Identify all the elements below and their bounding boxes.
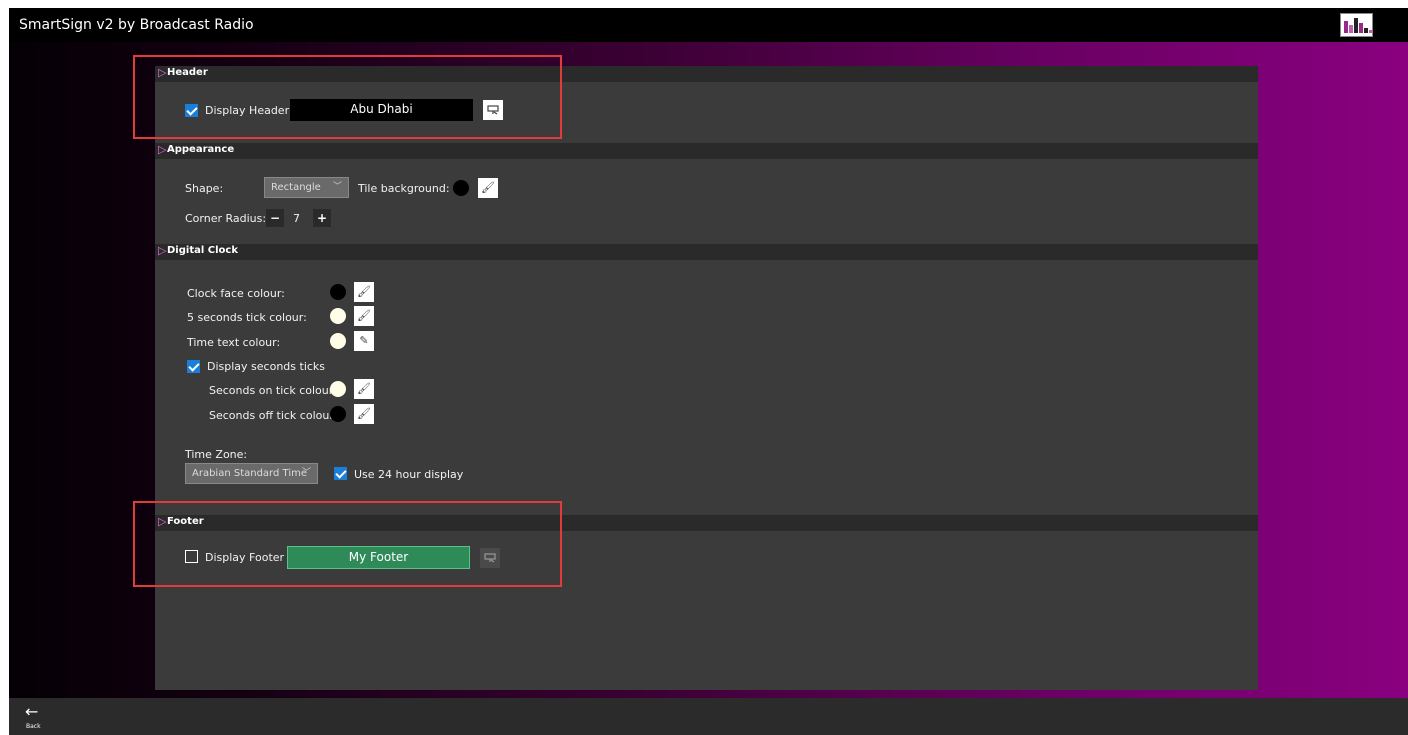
tick-colour-label: 5 seconds tick colour:: [187, 311, 307, 324]
use-24-hour-checkbox[interactable]: [334, 467, 347, 480]
tick-colour-swatch[interactable]: [330, 308, 346, 324]
corner-radius-value: 7: [293, 212, 300, 225]
section-header-appearance[interactable]: ▷ Appearance: [155, 143, 1258, 159]
pencil-icon: ✎: [359, 334, 369, 347]
eyedropper-icon: 🖌: [357, 309, 371, 322]
shape-label: Shape:: [185, 182, 224, 195]
section-title: Digital Clock: [167, 245, 238, 256]
tile-background-label: Tile background:: [358, 182, 450, 195]
corner-radius-label: Corner Radius:: [185, 212, 267, 225]
footer-highlight-box: [133, 501, 562, 587]
shape-dropdown-value: Rectangle: [271, 182, 321, 193]
broadcast-radio-logo: [1340, 13, 1373, 37]
seconds-on-tick-colour-swatch[interactable]: [330, 381, 346, 397]
back-label: Back: [26, 723, 41, 730]
back-button[interactable]: ← Back: [9, 698, 59, 735]
eyedropper-icon: 🖌: [357, 382, 371, 395]
clock-face-colour-label: Clock face colour:: [187, 287, 285, 300]
expand-triangle-icon: ▷: [158, 244, 167, 257]
clock-face-colour-picker-button[interactable]: 🖌: [354, 282, 374, 302]
shape-dropdown[interactable]: Rectangle ﹀: [264, 177, 349, 198]
clock-face-colour-swatch[interactable]: [330, 284, 346, 300]
app-window: SmartSign v2 by Broadcast Radio ▷ Header…: [9, 8, 1408, 735]
time-text-colour-swatch[interactable]: [330, 333, 346, 349]
display-seconds-ticks-label: Display seconds ticks: [207, 360, 326, 373]
time-text-colour-picker-button[interactable]: ✎: [354, 331, 374, 351]
time-zone-dropdown-value: Arabian Standard Time: [192, 468, 307, 479]
bottom-app-bar: ← Back: [9, 698, 1408, 735]
expand-triangle-icon: ▷: [158, 143, 167, 156]
eyedropper-icon: 🖌: [357, 285, 371, 298]
title-bar: SmartSign v2 by Broadcast Radio: [9, 8, 1408, 42]
tile-background-picker-button[interactable]: 🖌: [478, 178, 498, 198]
section-header-digital-clock[interactable]: ▷ Digital Clock: [155, 244, 1258, 260]
eyedropper-icon: 🖌: [357, 407, 371, 420]
app-title: SmartSign v2 by Broadcast Radio: [19, 17, 254, 33]
eyedropper-icon: 🖌: [481, 181, 495, 194]
corner-radius-decrement-button[interactable]: −: [266, 209, 284, 227]
time-zone-dropdown[interactable]: Arabian Standard Time ﹀: [185, 463, 318, 484]
seconds-on-tick-colour-label: Seconds on tick colour:: [209, 384, 337, 397]
display-seconds-ticks-checkbox[interactable]: [187, 360, 200, 373]
chevron-down-icon: ﹀: [301, 468, 311, 478]
tick-colour-picker-button[interactable]: 🖌: [354, 306, 374, 326]
time-zone-label: Time Zone:: [185, 448, 248, 461]
seconds-off-tick-colour-picker-button[interactable]: 🖌: [354, 404, 374, 424]
corner-radius-increment-button[interactable]: +: [313, 209, 331, 227]
seconds-off-tick-colour-label: Seconds off tick colour:: [209, 409, 338, 422]
settings-panel: ▷ Header Display Header Abu Dhabi ▷ Appe…: [155, 66, 1258, 690]
tile-background-swatch[interactable]: [453, 180, 469, 196]
use-24-hour-label: Use 24 hour display: [354, 468, 464, 481]
time-text-colour-label: Time text colour:: [187, 336, 281, 349]
header-highlight-box: [133, 55, 562, 139]
chevron-down-icon: ﹀: [332, 182, 342, 192]
section-title: Appearance: [167, 144, 235, 155]
seconds-off-tick-colour-swatch[interactable]: [330, 406, 346, 422]
seconds-on-tick-colour-picker-button[interactable]: 🖌: [354, 379, 374, 399]
arrow-left-icon: ←: [25, 702, 39, 721]
